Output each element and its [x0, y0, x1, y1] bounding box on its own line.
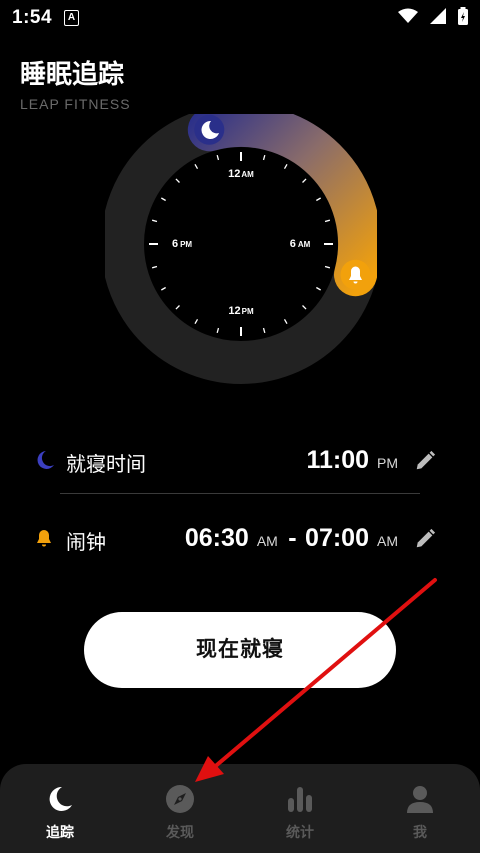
- alarm-separator: -: [288, 524, 297, 552]
- nav-label-me: 我: [413, 824, 427, 840]
- alarm-label: 闹钟: [66, 532, 106, 554]
- bell-icon: [37, 530, 51, 547]
- edit-bedtime-icon[interactable]: [414, 450, 436, 472]
- bedtime-handle[interactable]: [194, 114, 225, 145]
- compass-icon: [166, 785, 194, 813]
- clock-label-6pm: 6 PM: [172, 238, 192, 250]
- nav-label-track: 追踪: [46, 824, 74, 840]
- alarm-start-period: AM: [256, 533, 278, 549]
- nav-item-discover[interactable]: 发现: [120, 764, 240, 853]
- divider: [60, 493, 420, 494]
- status-time: 1:54: [12, 7, 53, 28]
- wifi-icon: [398, 8, 418, 23]
- status-bar: 1:54 A: [0, 0, 480, 36]
- alarm-start-time: 06:30: [184, 524, 249, 552]
- person-icon: [407, 786, 433, 813]
- nav-item-me[interactable]: 我: [360, 764, 480, 853]
- clock-label-12am: 12AM: [228, 168, 254, 180]
- battery-icon: [458, 7, 468, 25]
- nav-item-track[interactable]: 追踪: [0, 764, 120, 853]
- alarm-end-period: AM: [377, 533, 398, 549]
- status-icons: [398, 7, 468, 25]
- sleep-clock: 12AM 6 AM 12PM 6 PM: [105, 114, 377, 384]
- alarm-end-time: 07:00: [305, 524, 369, 552]
- clock-label-6am: 6 AM: [290, 238, 311, 250]
- nav-item-stats[interactable]: 统计: [240, 764, 360, 853]
- bedtime-value[interactable]: 11:00 PM: [306, 446, 400, 475]
- moon-icon: [37, 451, 54, 469]
- alarm-row[interactable]: 闹钟 06:30 AM - 07:00 AM: [0, 514, 480, 564]
- bottom-nav: 追踪 发现 统计 我: [0, 764, 480, 853]
- notification-icon: A: [64, 10, 79, 26]
- clock-label-12pm: 12PM: [228, 305, 254, 317]
- nav-label-stats: 统计: [286, 824, 314, 840]
- bedtime-row[interactable]: 就寝时间 11:00 PM: [0, 436, 480, 486]
- nav-label-discover: 发现: [166, 824, 194, 840]
- bedtime-label: 就寝时间: [66, 454, 146, 476]
- edit-alarm-icon[interactable]: [414, 528, 436, 550]
- page-title: 睡眠追踪: [20, 59, 125, 89]
- moon-icon: [49, 786, 72, 811]
- sleep-now-button[interactable]: 现在就寝: [84, 612, 396, 688]
- bedtime-time: 11:00: [306, 446, 369, 474]
- brand-subtitle: LEAP FITNESS: [20, 96, 131, 112]
- alarm-value[interactable]: 06:30 AM - 07:00 AM: [185, 524, 400, 553]
- bar-chart-icon: [288, 787, 312, 812]
- bedtime-period: PM: [377, 455, 398, 471]
- alarm-handle[interactable]: [340, 259, 371, 290]
- signal-icon: [430, 8, 446, 24]
